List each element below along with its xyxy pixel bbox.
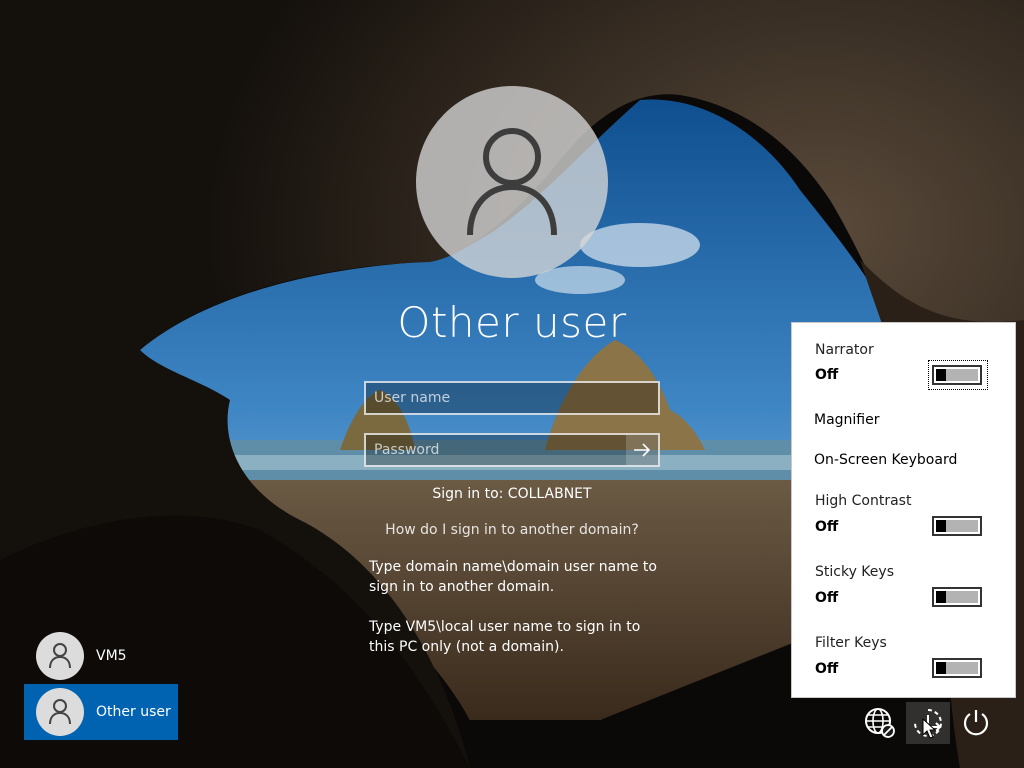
power-button[interactable]	[954, 702, 998, 744]
power-icon	[963, 710, 989, 736]
username-input[interactable]	[366, 383, 658, 413]
toggle-knob	[936, 591, 946, 603]
high-contrast-toggle[interactable]	[932, 516, 982, 536]
user-tile-vm5[interactable]: VM5	[24, 628, 178, 684]
sticky-keys-label: Sticky Keys	[815, 564, 894, 580]
user-silhouette-icon	[467, 128, 557, 236]
user-tile-other-user[interactable]: Other user	[24, 684, 178, 740]
high-contrast-state: Off	[815, 519, 839, 535]
sticky-keys-state: Off	[815, 590, 839, 606]
filter-keys-state: Off	[815, 661, 839, 677]
narrator-state: Off	[815, 367, 839, 383]
toggle-knob	[936, 520, 946, 532]
high-contrast-label: High Contrast	[815, 493, 912, 509]
on-screen-keyboard-item[interactable]: On-Screen Keyboard	[814, 452, 957, 468]
toggle-knob	[936, 662, 946, 674]
filter-keys-toggle[interactable]	[932, 658, 982, 678]
user-silhouette-icon	[49, 699, 71, 725]
user-tile-name: VM5	[96, 648, 127, 664]
mouse-cursor-icon	[922, 718, 936, 739]
user-tile-name: Other user	[96, 704, 171, 720]
login-title: Other user	[397, 298, 627, 347]
domain-help-text: Type domain name\domain user name to sig…	[369, 559, 657, 595]
arrow-right-icon	[634, 443, 651, 457]
submit-button[interactable]	[626, 435, 658, 465]
sign-in-domain-label: Sign in to: COLLABNET	[432, 486, 592, 502]
user-silhouette-icon	[49, 643, 71, 669]
globe-network-icon	[865, 708, 895, 738]
magnifier-item[interactable]: Magnifier	[814, 412, 880, 428]
network-button[interactable]	[858, 702, 902, 744]
password-input[interactable]	[366, 435, 628, 465]
narrator-label: Narrator	[815, 342, 874, 358]
filter-keys-label: Filter Keys	[815, 635, 887, 651]
username-field[interactable]	[364, 381, 660, 415]
password-field[interactable]	[364, 433, 660, 467]
other-domain-help-link[interactable]: How do I sign in to another domain?	[312, 522, 712, 538]
user-avatar-large	[416, 86, 608, 278]
ease-of-access-flyout: Narrator Off Magnifier On-Screen Keyboar…	[791, 322, 1016, 698]
local-help-text: Type VM5\local user name to sign in to t…	[369, 619, 641, 655]
narrator-toggle[interactable]	[932, 365, 982, 385]
avatar	[36, 688, 84, 736]
toggle-knob	[936, 369, 946, 381]
sticky-keys-toggle[interactable]	[932, 587, 982, 607]
avatar	[36, 632, 84, 680]
